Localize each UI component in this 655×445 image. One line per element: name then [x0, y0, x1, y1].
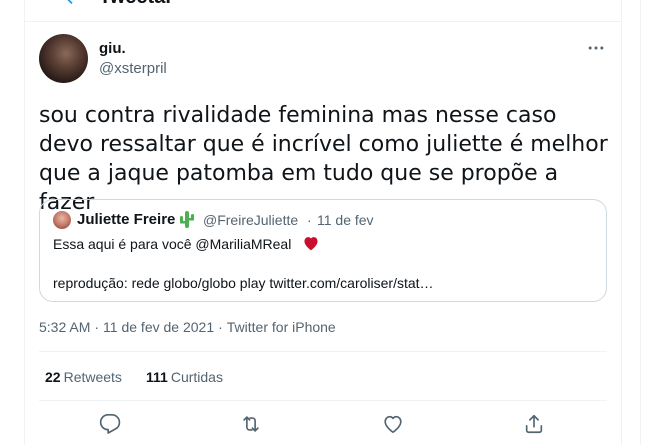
tweet-meta: 5:32 AM · 11 de fev de 2021 · Twitter for iP… [39, 319, 340, 335]
tweet-panel: Tweetar giu. @xsterpril sou contra rival… [24, 0, 622, 445]
likes-count: 111 [146, 369, 168, 385]
quoted-text-line1: Essa aqui é para você @MariliaMReal [53, 236, 292, 252]
red-heart-icon [302, 235, 320, 251]
like-icon[interactable] [382, 413, 406, 437]
more-horizontal-icon[interactable] [585, 38, 607, 58]
sidebar-edge [640, 0, 655, 445]
page-title: Tweetar [99, 0, 173, 9]
tweet-source[interactable]: Twitter for iPhone [227, 319, 336, 335]
separator-dot: · [94, 319, 100, 335]
arrow-left-icon[interactable] [61, 0, 85, 10]
separator-dot: · [218, 319, 223, 335]
retweet-icon[interactable] [240, 413, 264, 437]
page-header: Tweetar [25, 0, 621, 22]
retweets-stat[interactable]: 22 Retweets [45, 369, 122, 385]
likes-stat[interactable]: 111 Curtidas [146, 369, 223, 385]
retweets-label: Retweets [63, 369, 122, 385]
page: Tweetar giu. @xsterpril sou contra rival… [0, 0, 655, 445]
quoted-date[interactable]: 11 de fev [317, 212, 374, 228]
quoted-display-name[interactable]: Juliette Freire [77, 211, 175, 228]
quoted-handle[interactable]: @FreireJuliette [203, 212, 298, 228]
retweets-count: 22 [45, 369, 61, 385]
share-icon[interactable] [523, 413, 547, 437]
cactus-icon [178, 209, 196, 229]
reply-icon[interactable] [99, 413, 123, 437]
display-name[interactable]: giu. [99, 40, 126, 57]
quoted-avatar[interactable] [53, 211, 71, 229]
divider [39, 351, 607, 352]
avatar[interactable] [39, 34, 88, 83]
quoted-text-line2: reprodução: rede globo/globo play twitte… [53, 275, 434, 291]
tweet-date[interactable]: 11 de fev de 2021 [103, 319, 214, 335]
likes-label: Curtidas [170, 369, 223, 385]
quoted-tweet[interactable]: Juliette Freire @FreireJuliette · 11 de … [39, 199, 607, 302]
username[interactable]: @xsterpril [99, 60, 167, 77]
tweet-time[interactable]: 5:32 AM [39, 319, 90, 335]
separator-dot: · [307, 212, 312, 228]
divider [39, 400, 607, 401]
